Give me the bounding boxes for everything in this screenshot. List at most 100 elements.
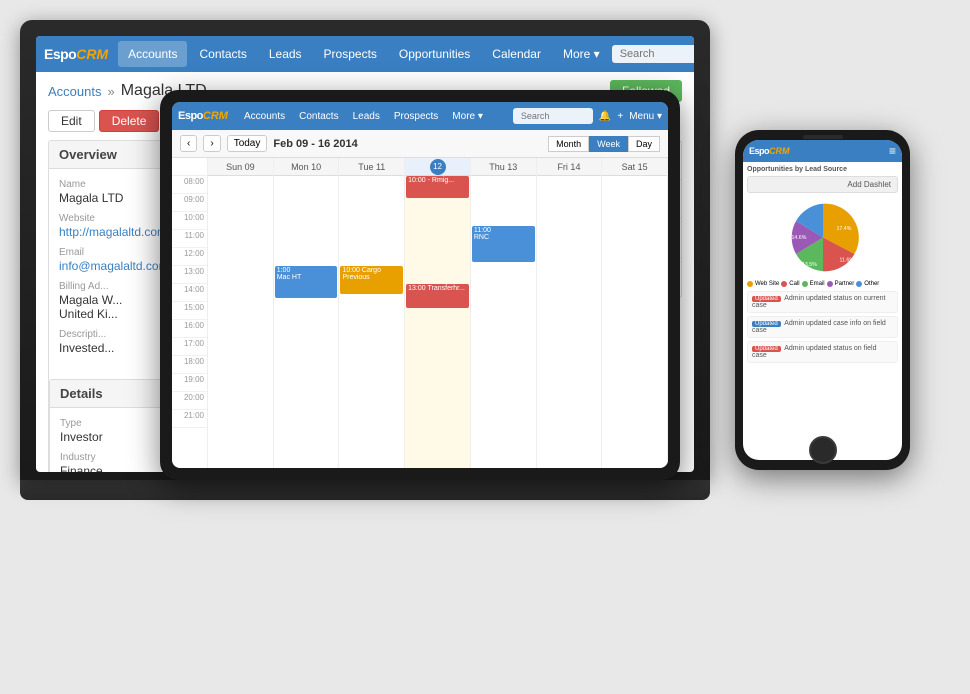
tablet-logo-crm: CRM (203, 110, 228, 122)
cal-month-btn[interactable]: Month (548, 136, 589, 152)
event-thu-1[interactable]: 11:00RNC (472, 226, 535, 262)
chart-legend: Web Site Call Email Partner (747, 281, 898, 287)
phone: Espo CRM ≡ Opportunities by Lead Source … (735, 130, 910, 470)
nav-calendar[interactable]: Calendar (482, 41, 551, 67)
tablet-logo: Espo CRM (178, 110, 228, 122)
day-sun: Sun 09 (208, 158, 274, 468)
day-mon-header: Mon 10 (274, 158, 339, 176)
delete-button[interactable]: Delete (99, 110, 160, 132)
tablet-logo-espo: Espo (178, 110, 203, 122)
edit-button[interactable]: Edit (48, 110, 95, 132)
tablet-search[interactable] (513, 108, 593, 124)
cal-nav-leads[interactable]: Leads (347, 108, 386, 125)
time-column: 08:00 09:00 10:00 11:00 12:00 13:00 14:0… (172, 158, 208, 468)
cal-next-btn[interactable]: › (203, 135, 220, 152)
time-slot-21: 21:00 (172, 410, 207, 428)
time-slot-10: 10:00 (172, 212, 207, 230)
laptop-nav: Espo CRM Accounts Contacts Leads Prospec… (36, 36, 694, 72)
cal-nav-contacts[interactable]: Contacts (293, 108, 344, 125)
scene: Espo CRM Accounts Contacts Leads Prospec… (0, 0, 970, 694)
cal-nav-more[interactable]: More ▾ (446, 108, 489, 125)
nav-more[interactable]: More ▾ (553, 41, 610, 67)
tablet-menu[interactable]: Menu ▾ (629, 111, 662, 122)
pie-chart: 17.4% 11.6% 13.5% 14.6% (778, 200, 868, 275)
day-wed: 12 10:00 - Rmig... 13:00 Transferhr... (405, 158, 471, 468)
phone-content: Opportunities by Lead Source Add Dashlet (743, 162, 902, 370)
cal-today-btn[interactable]: Today (227, 135, 268, 152)
time-slot-20: 20:00 (172, 392, 207, 410)
nav-prospects[interactable]: Prospects (314, 41, 387, 67)
legend-website: Web Site (747, 281, 779, 287)
day-thu-header: Thu 13 (471, 158, 536, 176)
day-tue-header: Tue 11 (339, 158, 404, 176)
laptop-logo: Espo CRM (44, 46, 108, 62)
time-slot-18: 18:00 (172, 356, 207, 374)
cal-week-btn[interactable]: Week (589, 136, 628, 152)
calendar-title: Feb 09 - 16 2014 (273, 138, 357, 150)
calendar-view-buttons: Month Week Day (548, 136, 660, 152)
nav-search-input[interactable] (612, 45, 694, 63)
chart-label-2: 11.6% (839, 257, 854, 263)
legend-dot-email (802, 281, 808, 287)
tablet-nav-icons: 🔔 + Menu ▾ (599, 111, 662, 122)
legend-call: Call (781, 281, 799, 287)
nav-leads[interactable]: Leads (259, 41, 312, 67)
tablet: Espo CRM Accounts Contacts Leads Prospec… (160, 90, 680, 480)
logo-espo: Espo (44, 46, 76, 62)
phone-menu-icon[interactable]: ≡ (889, 144, 896, 158)
time-slot-14: 14:00 (172, 284, 207, 302)
time-slot-8: 08:00 (172, 176, 207, 194)
nav-opportunities[interactable]: Opportunities (389, 41, 480, 67)
time-slot-9: 09:00 (172, 194, 207, 212)
cal-day-btn[interactable]: Day (628, 136, 660, 152)
legend-dot-other (856, 281, 862, 287)
legend-label-partner: Partner (835, 281, 855, 287)
day-sat-header: Sat 15 (602, 158, 667, 176)
day-thu: Thu 13 11:00RNC (471, 158, 537, 468)
tablet-nav: Espo CRM Accounts Contacts Leads Prospec… (172, 102, 668, 130)
time-slot-12: 12:00 (172, 248, 207, 266)
nav-accounts[interactable]: Accounts (118, 41, 187, 67)
event-wed-1[interactable]: 10:00 - Rmig... (406, 176, 469, 198)
phone-nav: Espo CRM ≡ (743, 140, 902, 162)
time-slot-17: 17:00 (172, 338, 207, 356)
legend-label-call: Call (789, 281, 799, 287)
calendar-grid: 08:00 09:00 10:00 11:00 12:00 13:00 14:0… (172, 158, 668, 468)
legend-dot-partner (827, 281, 833, 287)
event-mon-1[interactable]: 1:00Mac HT (275, 266, 338, 298)
cal-prev-btn[interactable]: ‹ (180, 135, 197, 152)
chart-label-4: 14.6% (791, 235, 806, 241)
phone-add-dashlet-btn[interactable]: Add Dashlet (747, 176, 898, 193)
day-wed-header: 12 (405, 158, 470, 176)
logo-crm: CRM (76, 46, 108, 62)
tablet-bell-icon[interactable]: 🔔 (599, 111, 611, 122)
legend-label-other: Other (864, 281, 879, 287)
tablet-plus-icon[interactable]: + (617, 111, 623, 122)
legend-label-website: Web Site (755, 281, 779, 287)
nav-contacts[interactable]: Contacts (189, 41, 256, 67)
breadcrumb-accounts[interactable]: Accounts (48, 84, 101, 99)
day-fri-header: Fri 14 (537, 158, 602, 176)
phone-chart-title: Opportunities by Lead Source (747, 166, 898, 173)
chart-label-1: 17.4% (836, 226, 851, 232)
day-mon: Mon 10 1:00Mac HT (274, 158, 340, 468)
event-wed-2[interactable]: 13:00 Transferhr... (406, 284, 469, 308)
phone-logo-espo: Espo (749, 146, 769, 156)
legend-email: Email (802, 281, 825, 287)
phone-screen: Espo CRM ≡ Opportunities by Lead Source … (743, 140, 902, 460)
stream-item-1: Updated Admin updated status on current … (747, 291, 898, 313)
time-slot-19: 19:00 (172, 374, 207, 392)
legend-other: Other (856, 281, 879, 287)
phone-home-button[interactable] (809, 436, 837, 464)
time-slot-15: 15:00 (172, 302, 207, 320)
laptop-base (20, 480, 710, 500)
chart-label-3: 13.5% (802, 262, 817, 268)
cal-nav-accounts[interactable]: Accounts (238, 108, 291, 125)
calendar-days: Sun 09 Mon 10 1:00Mac HT Tue 11 10:00 Ca… (208, 158, 668, 468)
day-sun-header: Sun 09 (208, 158, 273, 176)
phone-logo: Espo CRM (749, 146, 790, 156)
cal-nav-prospects[interactable]: Prospects (388, 108, 444, 125)
event-tue-1[interactable]: 10:00 Cargo Previous (340, 266, 403, 294)
time-slot-16: 16:00 (172, 320, 207, 338)
legend-dot-call (781, 281, 787, 287)
